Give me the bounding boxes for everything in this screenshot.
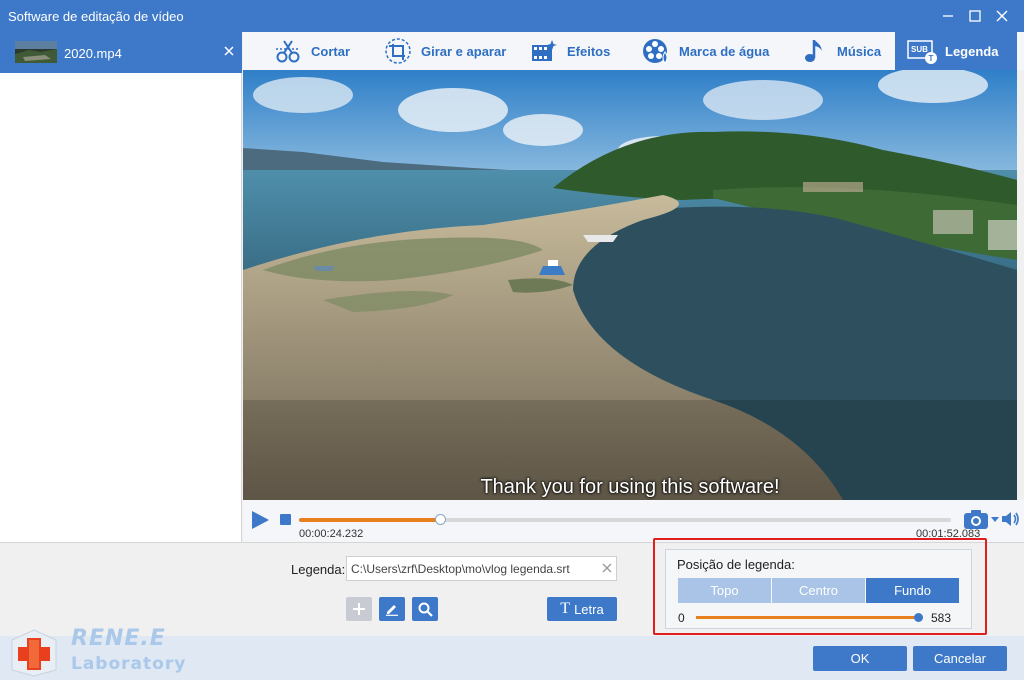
thumbnail-image	[15, 41, 57, 63]
tab-cortar[interactable]: Cortar	[273, 32, 350, 70]
font-button[interactable]: T Letra	[547, 597, 617, 621]
tab-label: Música	[837, 43, 882, 59]
search-subtitle-button[interactable]	[412, 597, 438, 621]
camera-icon[interactable]	[963, 508, 989, 530]
file-name: 2020.mp4	[64, 46, 122, 61]
logo-brand-text: RENE.E	[71, 626, 166, 651]
scissors-icon	[273, 36, 303, 66]
minimize-button[interactable]	[936, 4, 960, 28]
edit-toolbar: Cortar Girar e aparar Efeitos Marca de á…	[243, 32, 1024, 70]
position-option-fundo[interactable]: Fundo	[866, 578, 959, 603]
window-title: Software de editação de vídeo	[8, 9, 184, 24]
watermark-icon	[641, 36, 671, 66]
svg-text:T: T	[929, 54, 934, 63]
play-icon[interactable]	[249, 509, 271, 531]
seek-bar-progress	[299, 518, 440, 522]
logo-sub-text: Laboratory	[71, 654, 187, 674]
seek-bar-handle[interactable]	[434, 514, 446, 525]
rene-logo-icon	[11, 629, 57, 677]
font-t-icon: T	[560, 600, 571, 617]
close-icon	[996, 10, 1008, 22]
minimize-icon	[943, 15, 953, 17]
effects-icon	[529, 36, 559, 66]
cancel-button[interactable]: Cancelar	[913, 646, 1007, 671]
position-slider-max: 583	[931, 611, 952, 625]
tab-musica[interactable]: Música	[799, 32, 881, 70]
tab-label: Legenda	[945, 43, 999, 59]
tab-legenda[interactable]: SUB T Legenda	[895, 32, 1017, 70]
subtitle-overlay: Thank you for using this software!	[480, 476, 780, 498]
rotate-crop-icon	[383, 36, 413, 66]
seek-bar[interactable]	[299, 514, 951, 525]
video-preview[interactable]: Thank you for using this software!	[243, 70, 1017, 500]
subtitle-file-path-field[interactable]: C:\Users\zrf\Desktop\mo\vlog legenda.srt	[346, 556, 617, 581]
title-bar: Software de editação de vídeo	[0, 0, 1024, 32]
search-icon	[418, 602, 433, 617]
video-thumbnail	[15, 41, 57, 63]
plus-icon	[353, 603, 365, 615]
position-option-centro[interactable]: Centro	[772, 578, 865, 603]
svg-text:SUB: SUB	[911, 45, 928, 54]
position-slider-fill	[696, 616, 918, 619]
stop-button[interactable]	[280, 514, 291, 525]
close-button[interactable]	[990, 4, 1014, 28]
position-slider-handle[interactable]	[913, 613, 923, 622]
add-subtitle-button[interactable]	[346, 597, 372, 621]
player-controls: 00:00:24.232 00:01:52.083	[243, 500, 1024, 542]
tab-label: Marca de água	[679, 43, 770, 59]
subtitle-icon: SUB T	[907, 36, 937, 66]
music-note-icon	[799, 36, 829, 66]
position-slider[interactable]	[696, 613, 923, 622]
chevron-down-icon[interactable]	[991, 515, 999, 523]
current-time: 00:00:24.232	[299, 528, 364, 540]
edit-subtitle-button[interactable]	[379, 597, 405, 621]
position-title: Posição de legenda:	[677, 557, 795, 572]
tab-marca-de-agua[interactable]: Marca de água	[641, 32, 769, 70]
tab-label: Efeitos	[567, 43, 611, 59]
tab-efeitos[interactable]: Efeitos	[529, 32, 610, 70]
ok-button[interactable]: OK	[813, 646, 907, 671]
video-frame	[243, 70, 1017, 500]
clear-path-icon[interactable]	[601, 562, 613, 574]
maximize-icon	[969, 10, 981, 22]
file-list-item[interactable]: 2020.mp4	[0, 32, 242, 73]
volume-icon[interactable]	[1001, 510, 1021, 528]
tab-label: Cortar	[311, 43, 351, 59]
pencil-icon	[386, 605, 398, 616]
maximize-button[interactable]	[963, 4, 987, 28]
position-slider-min: 0	[678, 611, 685, 625]
remove-file-icon[interactable]	[222, 44, 236, 58]
position-option-topo[interactable]: Topo	[678, 578, 771, 603]
font-button-label: Letra	[574, 601, 604, 617]
file-list-panel: 2020.mp4	[0, 32, 242, 542]
subtitle-file-label: Legenda:	[291, 562, 346, 577]
tab-girar-e-aparar[interactable]: Girar e aparar	[383, 32, 506, 70]
tab-label: Girar e aparar	[421, 43, 507, 59]
